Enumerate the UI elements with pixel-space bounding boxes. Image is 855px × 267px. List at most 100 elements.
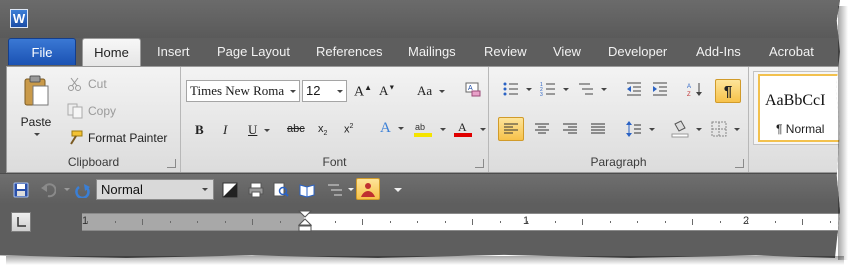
justify-button[interactable]	[590, 121, 606, 137]
strikethrough-button[interactable]: abc	[287, 123, 305, 135]
multilevel-list-button[interactable]	[578, 81, 607, 97]
bold-button[interactable]: B	[195, 122, 204, 138]
print-preview-icon[interactable]	[248, 182, 264, 198]
font-launcher-icon[interactable]	[475, 159, 484, 168]
change-case-dropdown-icon	[439, 89, 446, 93]
change-case-button[interactable]: Aa	[417, 83, 446, 99]
ruler-number: 1	[523, 215, 530, 227]
ruler-tick	[692, 219, 693, 225]
ruler-tick	[472, 219, 473, 225]
superscript-button[interactable]: x2	[344, 123, 353, 136]
paintbrush-icon	[67, 130, 83, 146]
svg-text:Z: Z	[687, 92, 691, 97]
outline-list-icon[interactable]	[327, 182, 343, 198]
numbering-dropdown-icon	[563, 87, 569, 91]
window-shadow-right	[838, 6, 848, 260]
align-center-icon	[534, 121, 550, 137]
clear-formatting-button[interactable]: A	[464, 81, 481, 97]
find-icon[interactable]	[273, 182, 289, 198]
redo-icon[interactable]	[75, 182, 91, 200]
tab-references[interactable]: References	[316, 38, 382, 66]
font-color-button[interactable]: A	[453, 120, 486, 138]
outline-list-dropdown-icon[interactable]	[348, 188, 354, 191]
cut-button[interactable]: Cut	[67, 76, 107, 92]
increase-indent-button[interactable]	[652, 81, 668, 97]
numbering-icon: 123	[540, 81, 556, 98]
font-color-icon: A	[453, 120, 473, 138]
align-left-button[interactable]	[498, 117, 524, 141]
decrease-indent-button[interactable]	[626, 81, 642, 97]
borders-icon	[711, 121, 727, 137]
align-right-icon	[562, 121, 578, 137]
underline-button[interactable]: U	[248, 122, 271, 138]
clear-formatting-icon: A	[464, 81, 481, 97]
ruler-tick	[389, 221, 391, 223]
italic-button[interactable]: I	[223, 122, 227, 138]
grow-font-button[interactable]: A▲	[354, 83, 372, 101]
style-normal[interactable]: AaBbCcI ¶ Normal	[758, 74, 840, 142]
tab-mailings[interactable]: Mailings	[408, 38, 456, 66]
numbering-button[interactable]: 123	[540, 81, 569, 98]
paint-bucket-icon	[671, 120, 689, 138]
tab-view[interactable]: View	[553, 38, 581, 66]
title-bar: W	[0, 0, 840, 38]
tab-page-layout[interactable]: Page Layout	[217, 38, 290, 66]
ruler-tick	[169, 221, 171, 223]
align-center-button[interactable]	[534, 121, 550, 137]
ribbon-home: Paste Cut Copy Format Painter Clipboard …	[6, 66, 840, 173]
tab-home[interactable]: Home	[82, 38, 141, 66]
reveal-formatting-icon[interactable]	[222, 182, 238, 198]
ribbon-tabs: File Home Insert Page Layout References …	[0, 38, 840, 66]
font-family-dropdown-icon	[290, 90, 296, 93]
align-right-button[interactable]	[562, 121, 578, 137]
tab-file[interactable]: File	[8, 38, 76, 65]
bullets-button[interactable]	[503, 81, 532, 97]
justify-icon	[590, 121, 606, 137]
ruler-tick	[829, 221, 831, 223]
tab-stop-icon	[17, 217, 26, 227]
text-effects-button[interactable]: A	[380, 120, 404, 137]
shading-button[interactable]	[671, 120, 702, 138]
word-app-icon[interactable]: W	[10, 9, 28, 28]
paste-icon	[22, 75, 50, 107]
shrink-font-button[interactable]: A▼	[379, 83, 395, 99]
font-size-select[interactable]: 12	[302, 80, 347, 102]
subscript-button[interactable]: x2	[318, 123, 327, 137]
style-select[interactable]: Normal	[96, 179, 214, 200]
show-formatting-marks-button[interactable]: ¶	[715, 79, 741, 103]
highlight-button[interactable]: ab	[413, 120, 446, 138]
clipboard-launcher-icon[interactable]	[167, 159, 176, 168]
sort-icon: AZ	[687, 81, 703, 98]
paragraph-launcher-icon[interactable]	[735, 159, 744, 168]
borders-button[interactable]	[711, 121, 740, 137]
font-color-dropdown-icon	[480, 127, 486, 131]
undo-dropdown-icon[interactable]	[64, 188, 70, 191]
line-spacing-button[interactable]	[626, 121, 655, 137]
paragraph-group: 123 AZ ¶ Paragraph	[489, 67, 749, 172]
ruler-tick	[142, 219, 143, 225]
customize-toolbar-icon[interactable]	[394, 188, 402, 192]
ruler-tick	[774, 221, 776, 223]
pdf-icon[interactable]	[356, 178, 380, 200]
font-family-select[interactable]: Times New Roma	[186, 80, 300, 102]
format-painter-button[interactable]: Format Painter	[67, 130, 167, 146]
tab-insert[interactable]: Insert	[157, 38, 190, 66]
save-icon[interactable]	[13, 182, 29, 198]
tab-selector[interactable]	[11, 212, 31, 232]
cut-label: Cut	[88, 77, 107, 91]
tab-review[interactable]: Review	[484, 38, 527, 66]
copy-button[interactable]: Copy	[67, 103, 116, 119]
indent-markers-icon[interactable]	[298, 210, 312, 232]
reading-view-icon[interactable]	[299, 182, 315, 198]
copy-icon	[67, 103, 83, 119]
paste-button[interactable]: Paste	[15, 75, 57, 136]
tab-add-ins[interactable]: Add-Ins	[696, 38, 741, 66]
window-shadow-bottom	[6, 256, 844, 265]
horizontal-ruler[interactable]: 1 1 2	[82, 210, 840, 232]
sort-button[interactable]: AZ	[687, 81, 703, 98]
ruler-tick	[802, 219, 803, 225]
tab-developer[interactable]: Developer	[608, 38, 667, 66]
ruler-tick	[417, 221, 418, 223]
undo-icon[interactable]	[40, 182, 57, 198]
tab-acrobat[interactable]: Acrobat	[769, 38, 814, 66]
